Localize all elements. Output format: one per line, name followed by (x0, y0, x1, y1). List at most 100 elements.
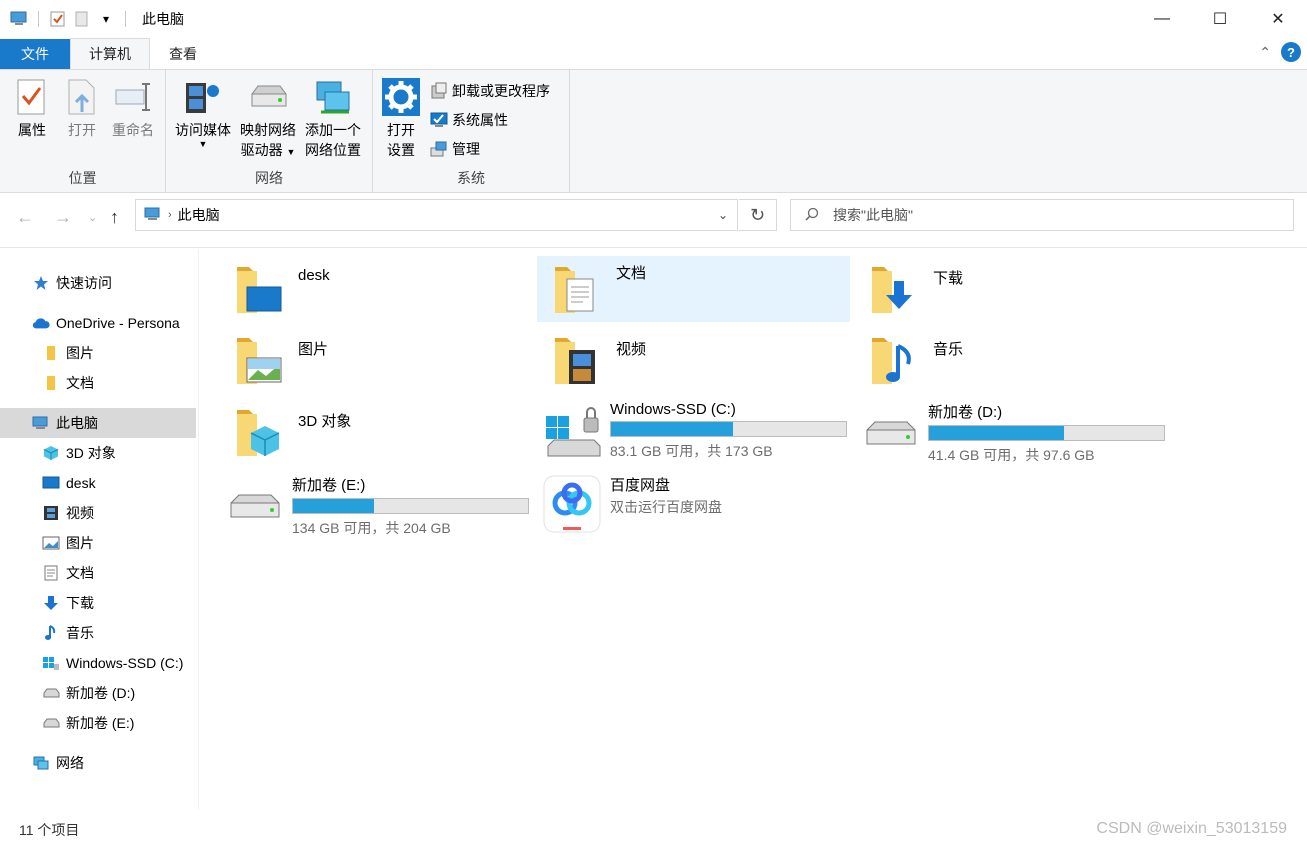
manage-button[interactable]: 管理 (430, 138, 480, 160)
folder-downloads[interactable]: 下载 (865, 261, 1165, 321)
minimize-button[interactable]: — (1133, 0, 1191, 38)
nav-item-3d-objects[interactable]: 3D 对象 (0, 438, 196, 468)
nav-item-music[interactable]: 音乐 (0, 618, 196, 648)
drive-info: 新加卷 (E:) 134 GB 可用，共 204 GB (292, 474, 529, 538)
item-count: 11 个项目 (19, 822, 80, 838)
folder-3d-objects[interactable]: 3D 对象 (230, 404, 530, 464)
properties-check-icon[interactable] (49, 10, 67, 28)
close-button[interactable]: ✕ (1249, 0, 1307, 38)
collapse-ribbon-icon[interactable]: ⌃ (1259, 44, 1271, 61)
maximize-button[interactable]: ☐ (1191, 0, 1249, 38)
ribbon: 属性 打开 重命名 位置 访问媒体 ▼ 映射网络 驱动器 ▼ 添加一个 网络位置… (0, 69, 1307, 193)
map-network-drive-button[interactable]: 映射网络 驱动器 ▼ (236, 76, 300, 162)
nav-item-onedrive-documents[interactable]: 文档 (0, 368, 196, 398)
system-properties-button[interactable]: 系统属性 (430, 109, 508, 131)
breadcrumb-this-pc[interactable]: 此电脑 (178, 205, 220, 225)
nav-label: 网络 (56, 755, 84, 771)
properties-button[interactable]: 属性 (10, 76, 54, 140)
nav-item-network[interactable]: 网络 (0, 748, 196, 778)
rename-button[interactable]: 重命名 (108, 76, 158, 140)
quick-access-toolbar: ▾ 此电脑 (0, 9, 184, 29)
search-icon (805, 207, 819, 224)
nav-label: 3D 对象 (66, 445, 116, 461)
computer-icon[interactable] (10, 10, 28, 28)
folder-name: 3D 对象 (298, 413, 352, 430)
folder-name: desk (298, 267, 330, 284)
nav-item-drive-d[interactable]: 新加卷 (D:) (0, 678, 196, 708)
manage-icon (430, 140, 448, 158)
tab-computer[interactable]: 计算机 (70, 38, 150, 69)
group-label-network: 网络 (255, 170, 283, 186)
group-label-location: 位置 (68, 170, 97, 186)
nav-item-documents[interactable]: 文档 (0, 558, 196, 588)
nav-label: 新加卷 (E:) (66, 715, 135, 731)
qat-dropdown-icon[interactable]: ▾ (97, 10, 115, 28)
breadcrumb-chevron-icon[interactable]: › (168, 209, 172, 221)
add-location-label-2: 网络位置 (305, 142, 361, 158)
nav-item-this-pc[interactable]: 此电脑 (0, 408, 196, 438)
nav-label: 图片 (66, 345, 94, 361)
search-box[interactable]: 搜索"此电脑" (790, 199, 1294, 231)
ribbon-right-controls: ⌃ ? (1259, 42, 1301, 62)
folder-documents[interactable]: 文档 (537, 256, 850, 322)
open-settings-button[interactable]: 打开 设置 (379, 76, 423, 160)
drive-e[interactable]: 新加卷 (E:) 134 GB 可用，共 204 GB (226, 474, 529, 538)
uninstall-icon (430, 82, 448, 100)
nav-item-videos[interactable]: 视频 (0, 498, 196, 528)
folder-name: 图片 (298, 341, 329, 358)
network-location-icon (313, 76, 353, 118)
drive-icon (862, 404, 920, 462)
nav-item-onedrive[interactable]: OneDrive - Persona (0, 308, 196, 338)
drive-name: 新加卷 (E:) (292, 477, 366, 494)
desktop-folder-icon (230, 261, 288, 319)
documents-folder-icon (548, 261, 606, 319)
baidu-netdisk-icon (542, 474, 602, 534)
nav-item-drive-e[interactable]: 新加卷 (E:) (0, 708, 196, 738)
ribbon-group-network: 访问媒体 ▼ 映射网络 驱动器 ▼ 添加一个 网络位置 网络 (166, 70, 373, 192)
refresh-icon[interactable]: ↻ (739, 199, 777, 231)
uninstall-programs-button[interactable]: 卸载或更改程序 (430, 80, 550, 102)
nav-item-pictures[interactable]: 图片 (0, 528, 196, 558)
music-folder-icon (865, 332, 923, 390)
app-name: 百度网盘 (610, 476, 671, 494)
recent-locations-chevron-icon[interactable]: ⌄ (88, 211, 97, 224)
app-baidu-netdisk[interactable]: 百度网盘 双击运行百度网盘 (542, 474, 722, 534)
drive-icon (226, 477, 284, 535)
back-arrow-icon[interactable]: ← (16, 207, 34, 228)
access-media-button[interactable]: 访问媒体 ▼ (171, 76, 235, 149)
window-controls: — ☐ ✕ (1133, 0, 1307, 38)
add-network-location-button[interactable]: 添加一个 网络位置 (300, 76, 366, 160)
drive-d[interactable]: 新加卷 (D:) 41.4 GB 可用，共 97.6 GB (862, 401, 1165, 465)
tab-file[interactable]: 文件 (0, 39, 70, 69)
nav-item-quick-access[interactable]: 快速访问 (0, 268, 196, 298)
new-folder-icon[interactable] (73, 10, 91, 28)
manage-label: 管理 (452, 141, 480, 157)
address-bar[interactable]: › 此电脑 (135, 199, 738, 231)
nav-item-desk[interactable]: desk (0, 468, 196, 498)
help-icon[interactable]: ? (1281, 42, 1301, 62)
tab-view[interactable]: 查看 (150, 39, 216, 69)
toolbar-separator (38, 11, 39, 27)
nav-item-drive-c[interactable]: Windows-SSD (C:) (0, 648, 196, 678)
drive-usage-fill (611, 422, 734, 436)
drive-usage-bar (292, 498, 529, 514)
nav-label: 文档 (66, 565, 94, 581)
folder-desk[interactable]: desk (230, 261, 530, 321)
drive-c[interactable]: Windows-SSD (C:) 83.1 GB 可用，共 173 GB (544, 401, 847, 461)
network-icon (32, 754, 50, 772)
address-dropdown-icon[interactable]: ⌄ (708, 199, 738, 231)
nav-label: 快速访问 (56, 275, 112, 291)
up-arrow-icon[interactable]: ↑ (110, 207, 119, 228)
window-title: 此电脑 (142, 11, 184, 27)
computer-icon (144, 207, 162, 224)
folder-pictures[interactable]: 图片 (230, 332, 530, 392)
folder-videos[interactable]: 视频 (548, 332, 848, 392)
forward-arrow-icon[interactable]: → (54, 207, 72, 228)
drive-usage-bar (928, 425, 1165, 441)
open-button[interactable]: 打开 (62, 76, 102, 140)
folder-music[interactable]: 音乐 (865, 332, 1165, 392)
nav-item-downloads[interactable]: 下载 (0, 588, 196, 618)
downloads-folder-icon (865, 261, 923, 319)
nav-item-onedrive-pictures[interactable]: 图片 (0, 338, 196, 368)
title-bar: ▾ 此电脑 — ☐ ✕ (0, 0, 1307, 38)
